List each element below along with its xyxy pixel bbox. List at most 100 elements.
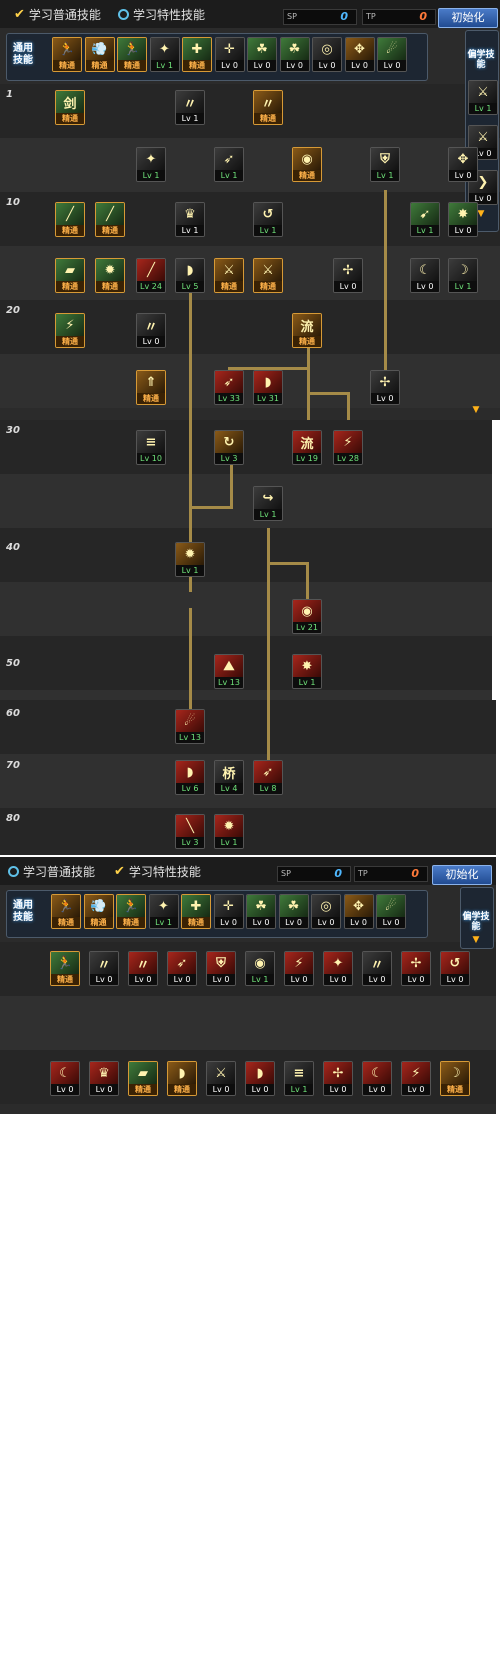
- skill-slot[interactable]: ✢ Lv 0: [370, 370, 400, 405]
- skill-slot[interactable]: ✛ Lv 0: [213, 894, 244, 929]
- skill-slot[interactable]: 〃 Lv 0: [89, 951, 119, 986]
- skill-slot[interactable]: ✸ Lv 0: [448, 202, 478, 237]
- skill-slot[interactable]: 〃精通: [253, 90, 283, 125]
- skill-slot[interactable]: ✛ Lv 0: [214, 37, 245, 72]
- skill-slot[interactable]: ✥ Lv 0: [344, 37, 375, 72]
- skill-slot[interactable]: ◎ Lv 0: [312, 37, 342, 72]
- skill-icon: ✹: [176, 543, 204, 565]
- skill-slot[interactable]: ◗ Lv 0: [245, 1061, 275, 1096]
- skill-slot[interactable]: ╱ 精通: [55, 202, 85, 237]
- skill-slot[interactable]: 流精通: [292, 313, 322, 348]
- skill-slot[interactable]: ☾ Lv 0: [410, 258, 440, 293]
- skill-slot[interactable]: ✥ Lv 0: [343, 894, 374, 929]
- skill-slot[interactable]: ☾ Lv 0: [50, 1061, 80, 1096]
- skill-slot[interactable]: ⛨ Lv 1: [370, 147, 400, 182]
- skill-slot[interactable]: ╱ 精通: [95, 202, 125, 237]
- skill-icon: 〃: [176, 91, 204, 113]
- skill-slot[interactable]: ◉ Lv 1: [245, 951, 275, 986]
- skill-slot[interactable]: 桥 Lv 4: [214, 760, 244, 795]
- skill-slot[interactable]: ▰ 精通: [128, 1061, 158, 1096]
- skill-slot[interactable]: ▰ 精通: [55, 258, 85, 293]
- skill-slot[interactable]: ✦ Lv 1: [149, 37, 180, 72]
- reset-button[interactable]: 初始化: [432, 865, 492, 885]
- skill-slot[interactable]: ◉ Lv 21: [292, 599, 322, 634]
- skill-slot[interactable]: ⚔ 精通: [214, 258, 244, 293]
- skill-slot[interactable]: ☘ Lv 0: [279, 37, 310, 72]
- skill-slot[interactable]: ◗ Lv 5: [175, 258, 205, 293]
- skill-slot[interactable]: 流 Lv 19: [292, 430, 322, 465]
- skill-slot[interactable]: ≡ Lv 10: [136, 430, 166, 465]
- skill-slot[interactable]: 🏃 精通: [52, 37, 82, 72]
- skill-slot[interactable]: ◗ 精通: [167, 1061, 197, 1096]
- skill-slot[interactable]: ⚡ 精通: [55, 313, 85, 348]
- skill-slot[interactable]: ⚡ Lv 0: [401, 1061, 431, 1096]
- scroll-down-icon[interactable]: ▼: [462, 934, 490, 946]
- skill-slot[interactable]: ↪ Lv 1: [253, 486, 283, 521]
- skill-slot[interactable]: ⇑ 精通: [136, 370, 166, 405]
- skill-slot[interactable]: ✦ Lv 1: [136, 147, 166, 182]
- skill-slot[interactable]: ☄ Lv 13: [175, 709, 205, 744]
- skill-slot[interactable]: 〃 Lv 1: [175, 90, 205, 125]
- skill-slot[interactable]: ✦ Lv 0: [323, 951, 353, 986]
- skill-slot[interactable]: ◗ Lv 6: [175, 760, 205, 795]
- skill-slot[interactable]: ◎ Lv 0: [311, 894, 341, 929]
- skill-slot[interactable]: ☘ Lv 0: [247, 37, 277, 72]
- skill-slot[interactable]: ✢ Lv 0: [401, 951, 431, 986]
- skill-slot[interactable]: ⚔ Lv 1: [468, 80, 498, 115]
- skill-slot[interactable]: 🏃 精通: [51, 894, 81, 929]
- skill-slot[interactable]: 💨 精通: [83, 894, 114, 929]
- skill-slot[interactable]: 💨 精通: [84, 37, 115, 72]
- skill-slot[interactable]: ✹ Lv 1: [214, 814, 244, 849]
- skill-slot[interactable]: ☽ 精通: [440, 1061, 470, 1096]
- skill-slot[interactable]: ✚ 精通: [182, 37, 212, 72]
- skill-slot[interactable]: 〃 Lv 0: [128, 951, 158, 986]
- reset-button[interactable]: 初始化: [438, 8, 498, 28]
- skill-slot[interactable]: ⚡ Lv 28: [333, 430, 363, 465]
- skill-slot[interactable]: 🏃 精通: [116, 894, 146, 929]
- skill-slot[interactable]: 剑精通: [55, 90, 85, 125]
- skill-slot[interactable]: ◉ 精通: [292, 147, 322, 182]
- skill-slot[interactable]: ⚔ 精通: [253, 258, 283, 293]
- skill-slot[interactable]: ↺ Lv 1: [253, 202, 283, 237]
- skill-slot[interactable]: ☾ Lv 0: [362, 1061, 392, 1096]
- skill-slot[interactable]: ✢ Lv 0: [323, 1061, 353, 1096]
- skill-slot[interactable]: ⚡ Lv 0: [284, 951, 314, 986]
- skill-slot[interactable]: ♛ Lv 0: [89, 1061, 119, 1096]
- skill-slot[interactable]: 〃 Lv 0: [362, 951, 392, 986]
- skill-slot[interactable]: 〃 Lv 0: [136, 313, 166, 348]
- skill-slot[interactable]: ☽ Lv 1: [448, 258, 478, 293]
- skill-slot[interactable]: ✚ 精通: [181, 894, 211, 929]
- learn-special-option[interactable]: ✔ 学习特性技能: [114, 863, 201, 880]
- learn-special-option[interactable]: 学习特性技能: [118, 6, 205, 23]
- skill-slot[interactable]: ♛ Lv 1: [175, 202, 205, 237]
- skill-slot[interactable]: ☘ Lv 0: [278, 894, 309, 929]
- learn-normal-option[interactable]: ✔ 学习普通技能: [14, 6, 101, 23]
- skill-slot[interactable]: ✥ Lv 0: [448, 147, 478, 182]
- skill-slot[interactable]: ⛨ Lv 0: [206, 951, 236, 986]
- skill-slot[interactable]: ↻ Lv 3: [214, 430, 244, 465]
- skill-slot[interactable]: 🏃 精通: [50, 951, 80, 986]
- skill-slot[interactable]: 🏃 精通: [117, 37, 147, 72]
- scroll-down-icon[interactable]: ▼: [462, 404, 490, 416]
- learn-normal-option[interactable]: 学习普通技能: [8, 863, 95, 880]
- skill-slot[interactable]: ✸ Lv 1: [292, 654, 322, 689]
- skill-slot[interactable]: ◗ Lv 31: [253, 370, 283, 405]
- skill-slot[interactable]: ↺ Lv 0: [440, 951, 470, 986]
- skill-slot[interactable]: ✹ 精通: [95, 258, 125, 293]
- skill-slot[interactable]: ⛰ Lv 13: [214, 654, 244, 689]
- skill-slot[interactable]: ✢ Lv 0: [333, 258, 363, 293]
- skill-slot[interactable]: ╲ Lv 3: [175, 814, 205, 849]
- skill-slot[interactable]: ➹ Lv 1: [410, 202, 440, 237]
- skill-slot[interactable]: ➶ Lv 1: [214, 147, 244, 182]
- skill-slot[interactable]: ➶ Lv 33: [214, 370, 244, 405]
- skill-slot[interactable]: ✹ Lv 1: [175, 542, 205, 577]
- skill-slot[interactable]: ☄ Lv 0: [377, 37, 407, 72]
- skill-slot[interactable]: ➶ Lv 8: [253, 760, 283, 795]
- skill-slot[interactable]: ☄ Lv 0: [376, 894, 406, 929]
- skill-slot[interactable]: ☘ Lv 0: [246, 894, 276, 929]
- skill-slot[interactable]: ╱ Lv 24: [136, 258, 166, 293]
- skill-slot[interactable]: ➶ Lv 0: [167, 951, 197, 986]
- skill-slot[interactable]: ⚔ Lv 0: [206, 1061, 236, 1096]
- skill-slot[interactable]: ✦ Lv 1: [148, 894, 179, 929]
- skill-slot[interactable]: ≡ Lv 1: [284, 1061, 314, 1096]
